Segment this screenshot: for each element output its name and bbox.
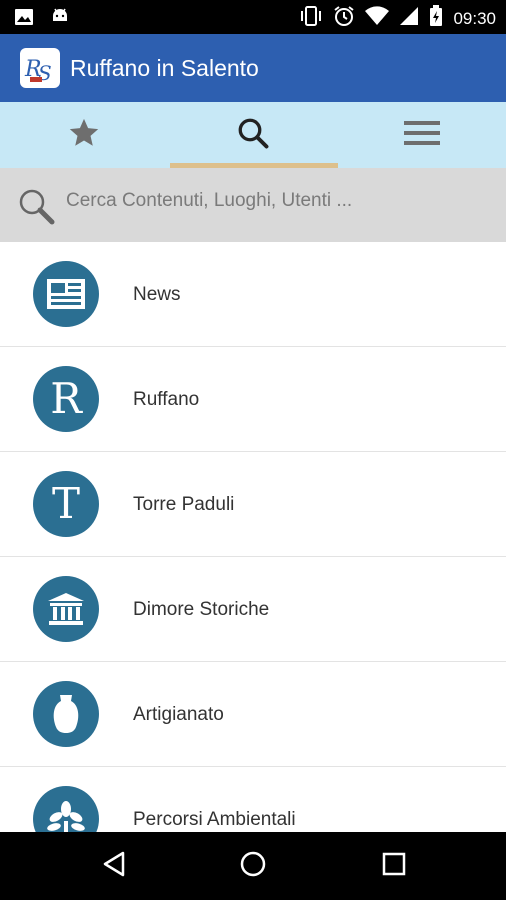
- search-input[interactable]: [66, 184, 486, 218]
- list-item-dimore-storiche[interactable]: Dimore Storiche: [0, 557, 506, 662]
- vase-icon: [33, 681, 99, 747]
- list-item-label: Percorsi Ambientali: [133, 809, 296, 830]
- search-icon: [235, 115, 271, 156]
- status-bar: 09:30: [0, 0, 506, 34]
- letter-glyph: R: [50, 374, 82, 423]
- wifi-icon: [365, 6, 390, 31]
- app-title: Ruffano in Salento: [70, 55, 259, 81]
- app-bar: R S Ruffano in Salento: [0, 34, 506, 102]
- image-icon: [14, 7, 34, 32]
- search-field-icon: [16, 186, 56, 226]
- list-item-torre-paduli[interactable]: T Torre Paduli: [0, 452, 506, 557]
- list-item-artigianato[interactable]: Artigianato: [0, 662, 506, 767]
- tab-menu[interactable]: [338, 102, 506, 168]
- android-icon: [50, 7, 70, 32]
- back-button[interactable]: [94, 848, 134, 884]
- recents-button[interactable]: [374, 848, 414, 884]
- home-button[interactable]: [233, 848, 273, 884]
- category-list: News R Ruffano T Torre Paduli Dimore Sto…: [0, 242, 506, 832]
- signal-icon: [399, 6, 419, 31]
- home-icon: [238, 849, 268, 884]
- letter-glyph: T: [51, 479, 80, 528]
- menu-icon: [404, 118, 440, 153]
- letter-r-icon: R: [33, 366, 99, 432]
- list-item-label: News: [133, 284, 181, 305]
- tab-search[interactable]: [169, 102, 337, 168]
- list-item-label: Artigianato: [133, 704, 224, 725]
- list-item-percorsi-ambientali[interactable]: Percorsi Ambientali: [0, 767, 506, 832]
- newspaper-icon: [33, 261, 99, 327]
- letter-t-icon: T: [33, 471, 99, 537]
- list-item-news[interactable]: News: [0, 242, 506, 347]
- list-item-label: Torre Paduli: [133, 494, 235, 515]
- list-item-label: Ruffano: [133, 389, 200, 410]
- list-item-label: Dimore Storiche: [133, 599, 270, 620]
- app-logo: R S: [20, 48, 60, 88]
- battery-icon: [429, 5, 443, 32]
- tab-favorites[interactable]: [0, 102, 168, 168]
- tab-bar: [0, 102, 506, 169]
- recents-icon: [381, 851, 407, 882]
- search-bar: [0, 168, 506, 242]
- alarm-icon: [333, 5, 355, 32]
- back-icon: [101, 850, 127, 883]
- star-icon: [67, 116, 101, 155]
- vibrate-icon: [299, 5, 323, 32]
- building-icon: [33, 576, 99, 642]
- tree-icon: [33, 786, 99, 832]
- navigation-bar: [0, 832, 506, 900]
- status-time: 09:30: [453, 8, 496, 28]
- list-item-ruffano[interactable]: R Ruffano: [0, 347, 506, 452]
